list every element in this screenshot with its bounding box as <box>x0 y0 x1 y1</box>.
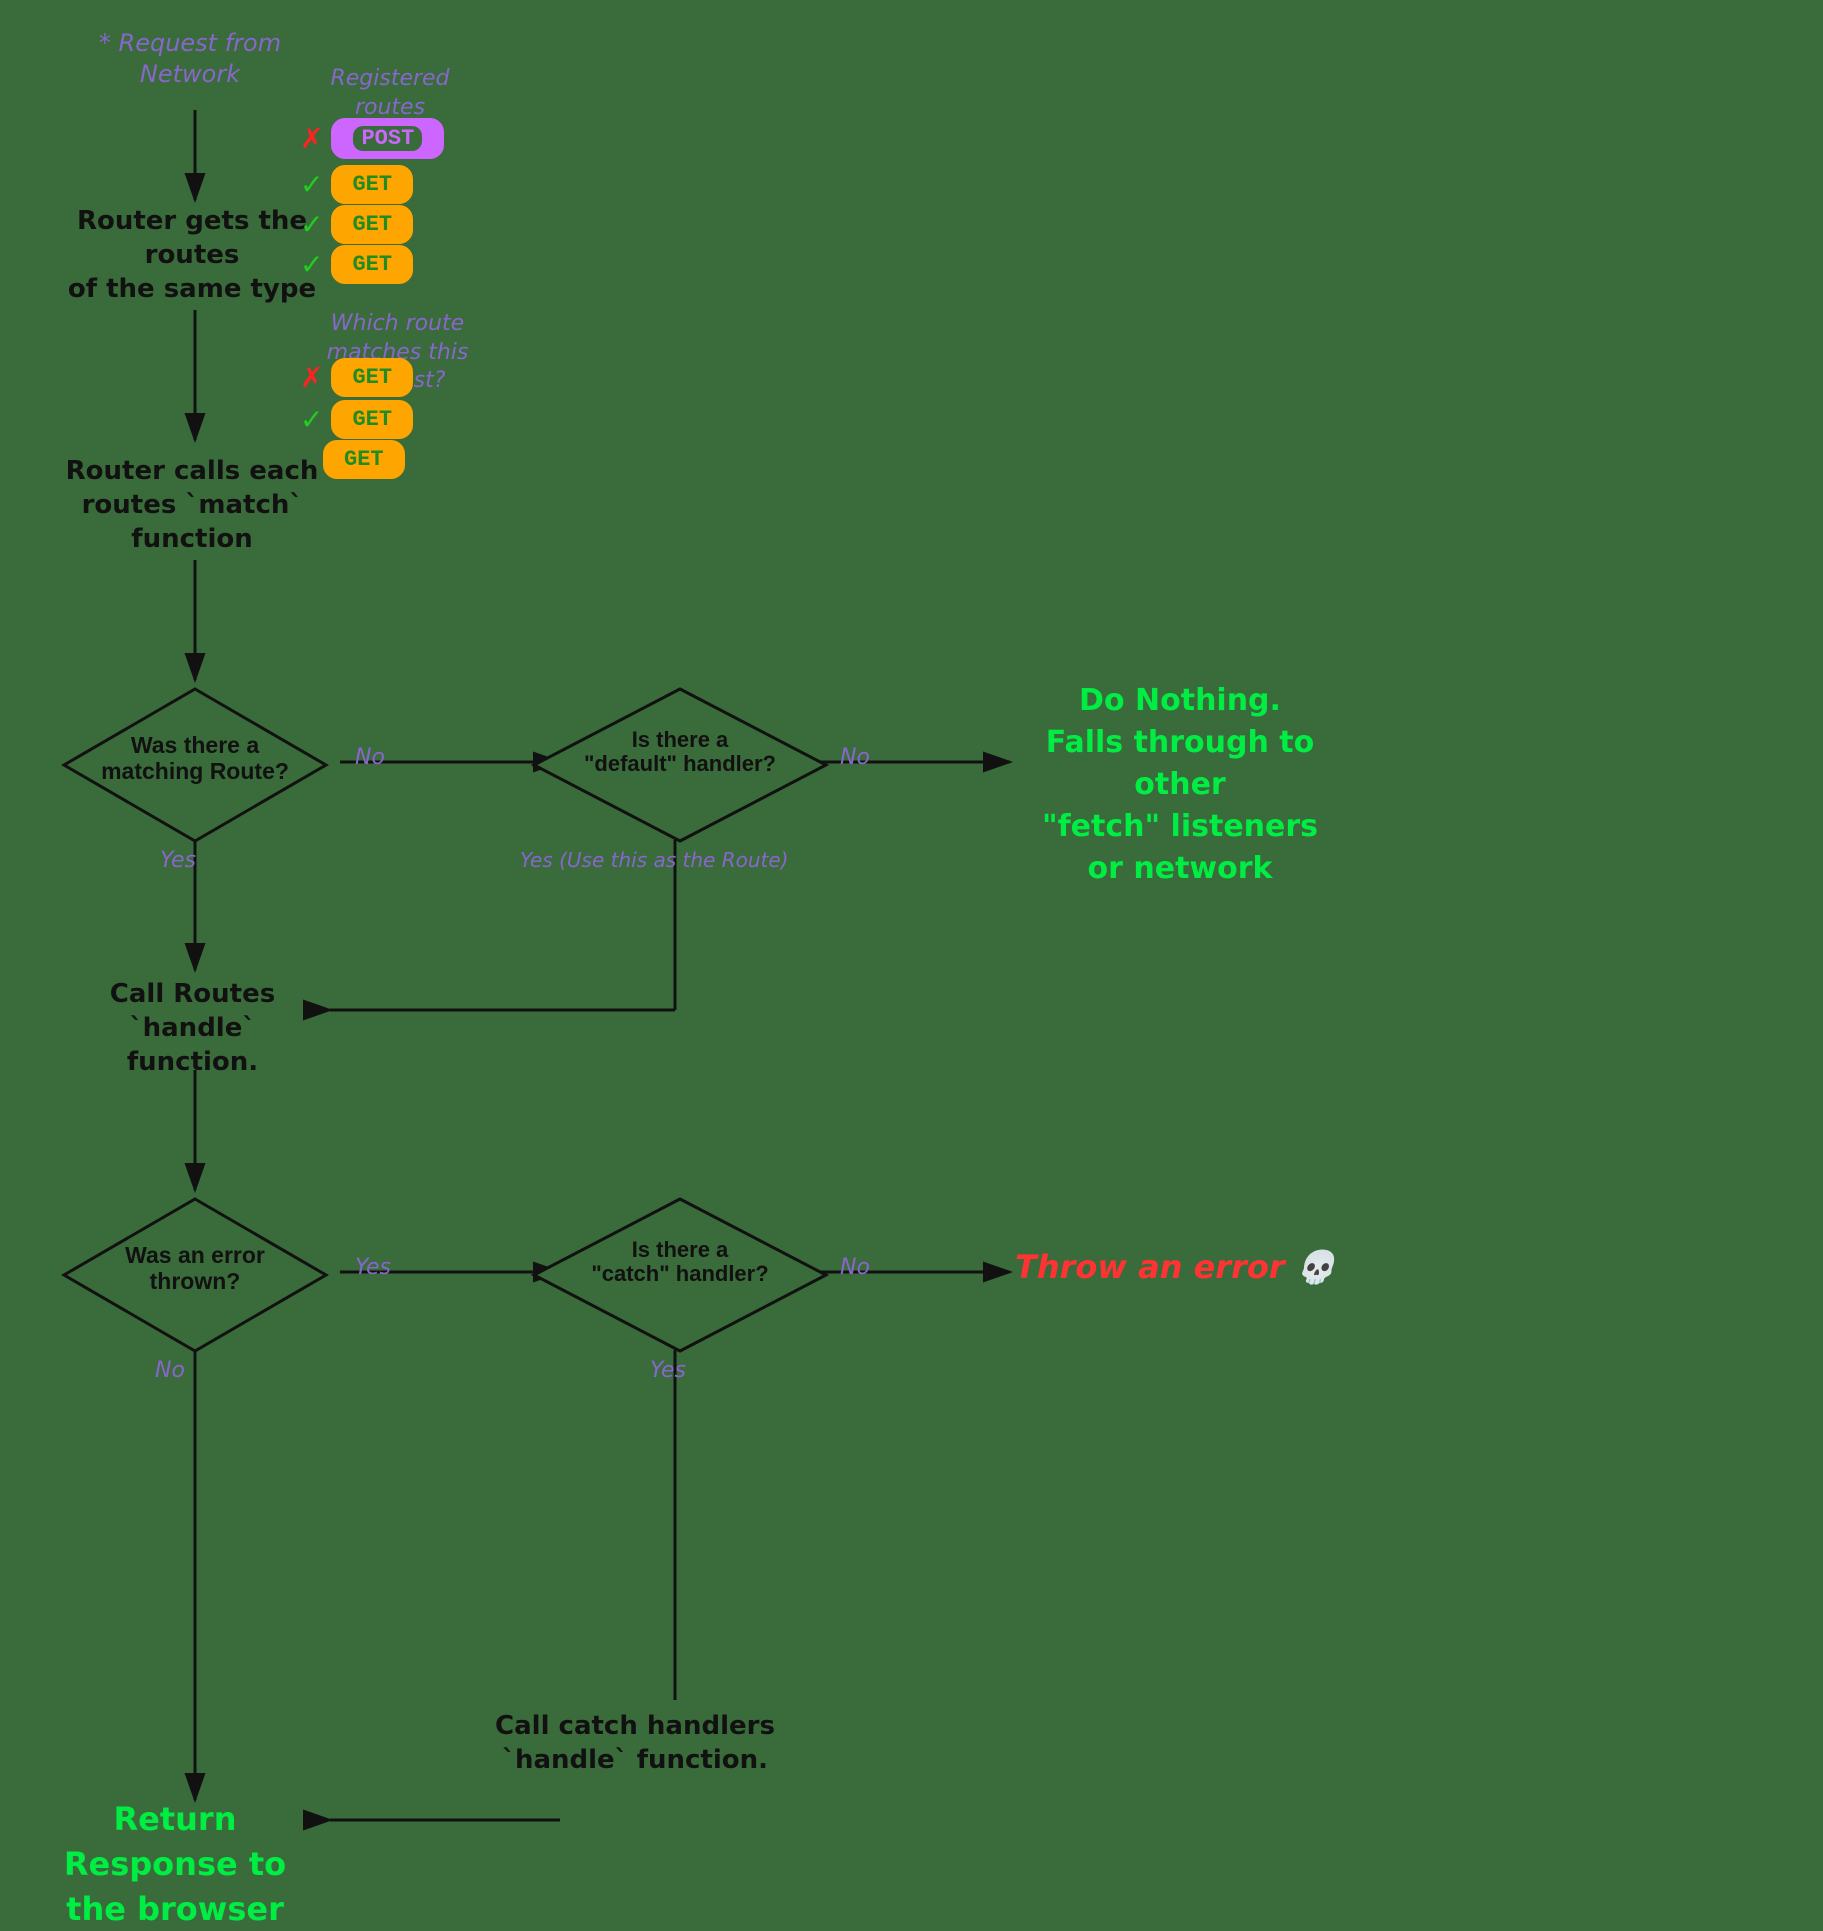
check-icon-1: ✓ <box>300 168 323 201</box>
post-badge-inner: POST <box>353 126 422 151</box>
svg-text:"catch" handler?: "catch" handler? <box>591 1261 768 1286</box>
diamond3-svg: Was an error thrown? <box>60 1195 330 1355</box>
svg-text:thrown?: thrown? <box>150 1268 241 1294</box>
match-get-badge-1: GET <box>331 358 413 397</box>
flowchart-diagram: * Request from Network Router gets the r… <box>0 0 1823 1925</box>
return-response-label: Return Response tothe browser <box>30 1797 320 1931</box>
diamond4-wrapper: Is there a "catch" handler? <box>530 1195 830 1355</box>
diamond1-wrapper: Was there a matching Route? <box>60 685 330 845</box>
svg-text:"default" handler?: "default" handler? <box>584 751 776 776</box>
yes-use-label: Yes (Use this as the Route) <box>520 848 788 872</box>
diamond4-svg: Is there a "catch" handler? <box>530 1195 830 1355</box>
check-icon-match-2: ✓ <box>300 403 323 436</box>
get-badge-row-1: ✓ GET <box>300 165 413 204</box>
match-get-badge-2: GET <box>331 400 413 439</box>
router-calls-match-label: Router calls eachroutes `match`function <box>52 455 332 556</box>
diamond3-wrapper: Was an error thrown? <box>60 1195 330 1355</box>
svg-text:Was an error: Was an error <box>125 1242 265 1268</box>
yes-label-1: Yes <box>160 848 196 873</box>
match-badge-row-2: ✓ GET <box>300 400 413 439</box>
no-label-1: No <box>355 745 385 770</box>
yes-label-4: Yes <box>650 1358 686 1383</box>
yes-label-3: Yes <box>355 1255 391 1280</box>
no-label-4: No <box>840 1255 870 1280</box>
check-icon-2: ✓ <box>300 208 323 241</box>
get-badge-row-2: ✓ GET <box>300 205 413 244</box>
diamond1-svg: Was there a matching Route? <box>60 685 330 845</box>
match-badge-row-3: GET <box>323 440 405 479</box>
check-icon-3: ✓ <box>300 248 323 281</box>
get-badge-2: GET <box>331 205 413 244</box>
call-handle-label: Call Routes `handle`function. <box>45 978 340 1079</box>
request-from-network-label: * Request from Network <box>80 28 300 90</box>
svg-text:matching Route?: matching Route? <box>101 758 289 784</box>
cross-icon-match: ✗ <box>300 361 323 394</box>
get-badge-3: GET <box>331 245 413 284</box>
diamond2-wrapper: Is there a "default" handler? <box>530 685 830 845</box>
svg-text:Is there a: Is there a <box>632 727 729 752</box>
cross-icon-post: ✗ <box>300 122 323 155</box>
do-nothing-label: Do Nothing.Falls through to other"fetch"… <box>1015 680 1345 890</box>
no-label-2: No <box>840 745 870 770</box>
match-badge-row-1: ✗ GET <box>300 358 413 397</box>
svg-text:Is there a: Is there a <box>632 1237 729 1262</box>
call-catch-label: Call catch handlers`handle` function. <box>480 1710 790 1778</box>
get-badge-1: GET <box>331 165 413 204</box>
get-badge-row-3: ✓ GET <box>300 245 413 284</box>
registered-routes-label: Registeredroutes <box>310 65 470 122</box>
svg-text:Was there a: Was there a <box>131 732 259 758</box>
diamond2-svg: Is there a "default" handler? <box>530 685 830 845</box>
match-get-badge-3: GET <box>323 440 405 479</box>
post-badge-row: ✗ POST <box>300 118 444 159</box>
router-gets-routes-label: Router gets the routesof the same type <box>52 205 332 306</box>
throw-error-label: Throw an error 💀 <box>1015 1248 1336 1286</box>
post-badge: POST <box>331 118 444 159</box>
no-label-3: No <box>155 1358 185 1383</box>
